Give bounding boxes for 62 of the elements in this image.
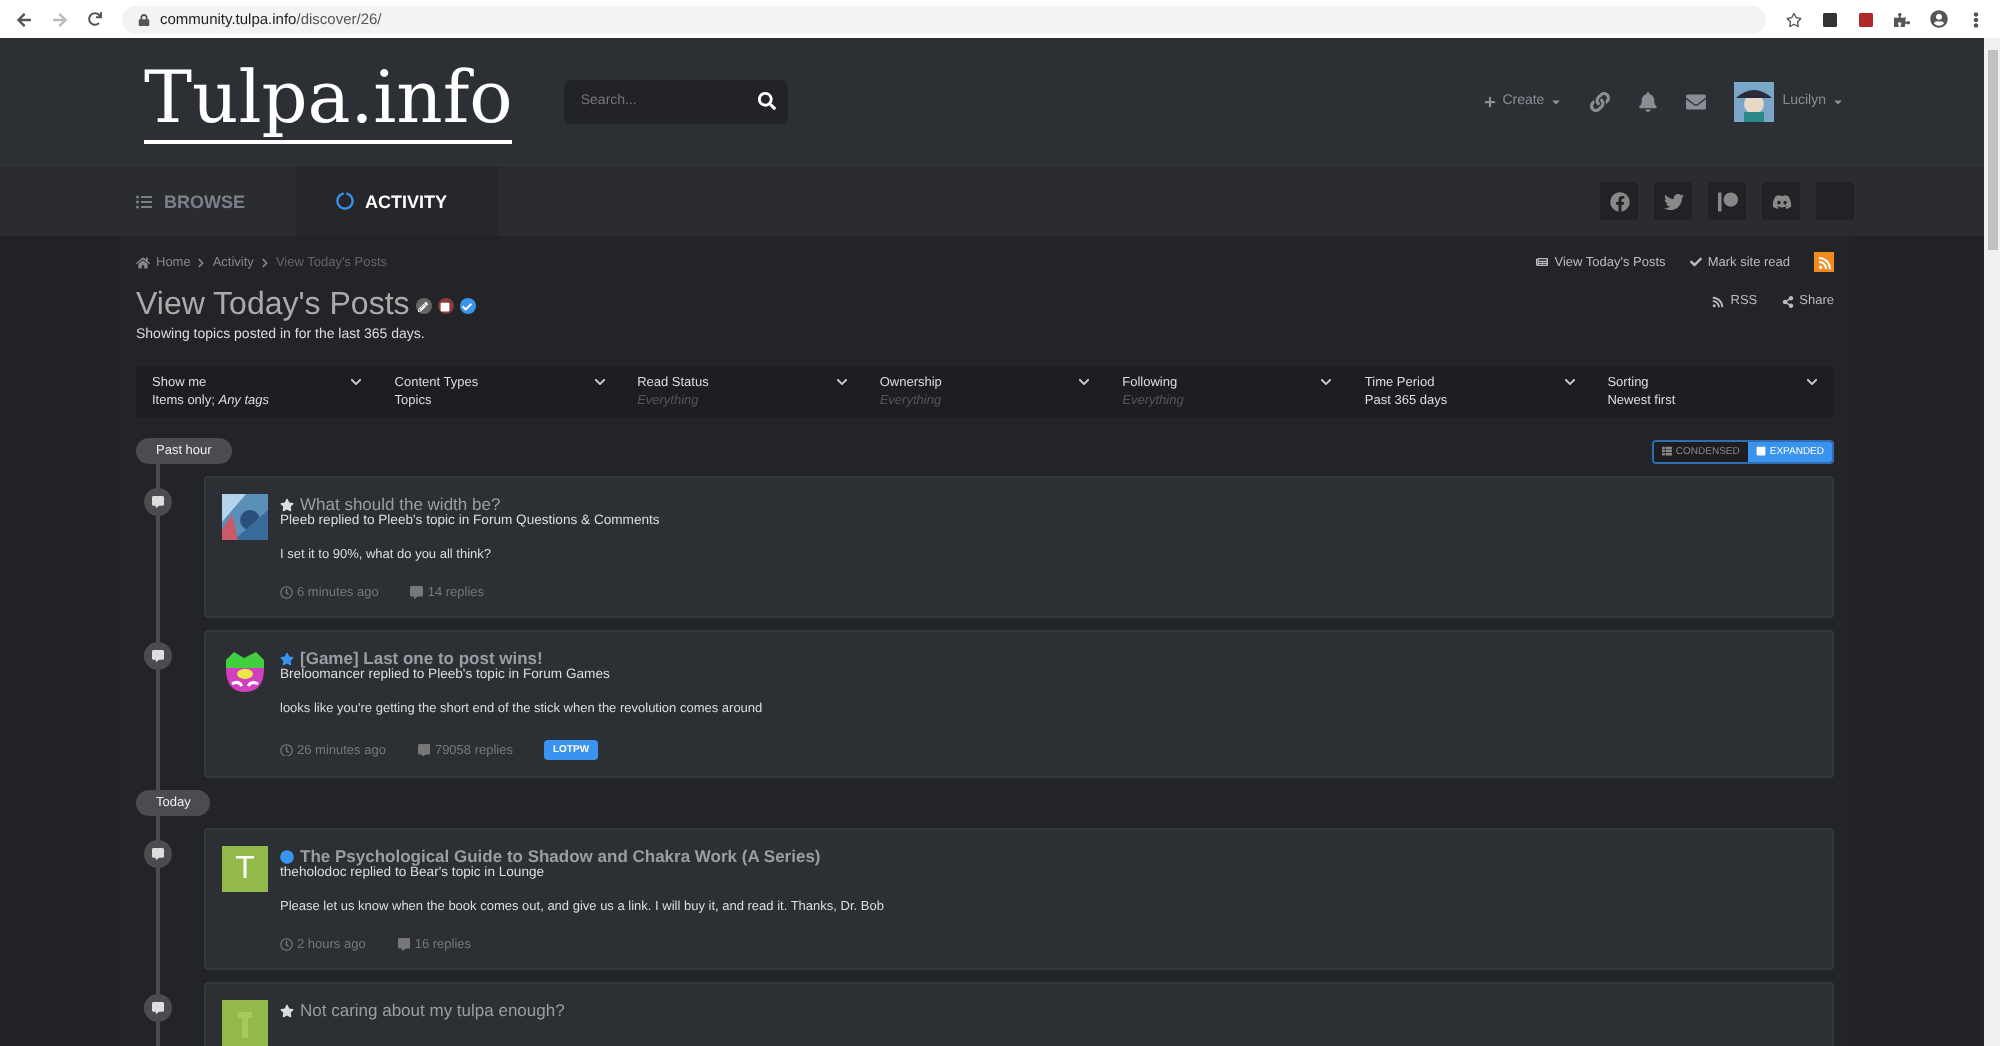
comment-icon: [397, 938, 411, 952]
notifications-icon[interactable]: [1638, 91, 1659, 111]
chevron-icon: [1078, 376, 1091, 388]
menu-icon[interactable]: [1968, 11, 1984, 27]
reload-icon[interactable]: [88, 12, 102, 26]
user-avatar[interactable]: [1734, 81, 1775, 121]
back-icon[interactable]: [16, 11, 32, 27]
page-title: View Today's Posts: [136, 288, 410, 324]
chevron-icon: [350, 376, 363, 388]
messages-icon[interactable]: [1686, 91, 1707, 111]
chevron-icon: [1563, 376, 1576, 388]
chevron-icon: [196, 257, 207, 267]
rss-icon: [1712, 295, 1725, 307]
comment-icon: [417, 743, 431, 757]
twitter-button[interactable]: [1654, 182, 1692, 220]
list-icon: [1661, 446, 1672, 456]
clock-icon: [280, 743, 293, 757]
discord-icon: [1771, 191, 1791, 211]
pencil-icon: [415, 298, 432, 314]
twitter-icon: [1663, 191, 1683, 211]
extension-icon[interactable]: [1858, 11, 1874, 27]
activity-icon: [335, 192, 353, 210]
nav-tab[interactable]: BROWSE: [116, 166, 295, 236]
topic-link[interactable]: [Game] Last one to post wins!: [280, 648, 763, 668]
rss-icon: [1817, 255, 1831, 269]
bookmark-star-icon[interactable]: [1786, 11, 1802, 27]
home-icon: [136, 255, 150, 269]
chevron-icon: [1320, 376, 1333, 388]
check-icon: [459, 298, 476, 314]
link-icon[interactable]: [1590, 91, 1611, 111]
topic-link[interactable]: Not caring about my tulpa enough?: [280, 1000, 565, 1020]
clock-icon: [280, 586, 293, 600]
facebook-icon: [1609, 191, 1629, 211]
topic-link[interactable]: The Psychological Guide to Shadow and Chakra Work (A Series): [280, 846, 884, 866]
list-icon: [136, 193, 152, 209]
facebook-button[interactable]: [1600, 182, 1638, 220]
chevron-icon: [1805, 376, 1818, 388]
site-logo[interactable]: Tulpa.info: [144, 59, 513, 143]
profile-icon[interactable]: [1930, 10, 1948, 28]
caret-icon: [1832, 95, 1844, 107]
comment-icon: [410, 586, 424, 600]
clock-icon: [280, 938, 293, 952]
newspaper-icon: [1536, 256, 1549, 268]
extension-icon[interactable]: [1822, 11, 1838, 27]
check-icon: [1689, 256, 1702, 268]
lock-icon: [138, 13, 150, 25]
chevron-icon: [593, 376, 606, 388]
nav-tab[interactable]: ACTIVITY: [295, 166, 498, 236]
chevron-icon: [259, 257, 270, 267]
chevron-icon: [835, 376, 848, 388]
search-button[interactable]: [744, 79, 789, 123]
extensions-icon[interactable]: [1894, 11, 1910, 27]
letter-avatar: T: [222, 846, 268, 892]
stop-icon: [437, 298, 454, 314]
caret-icon: [1550, 95, 1563, 107]
search-icon: [757, 92, 776, 110]
patreon-icon: [1717, 191, 1737, 211]
topic-link[interactable]: What should the width be?: [280, 494, 660, 514]
share-icon: [1781, 295, 1794, 307]
discord-button[interactable]: [1762, 182, 1800, 220]
patreon-button[interactable]: [1708, 182, 1746, 220]
plus-icon: [1484, 95, 1497, 107]
